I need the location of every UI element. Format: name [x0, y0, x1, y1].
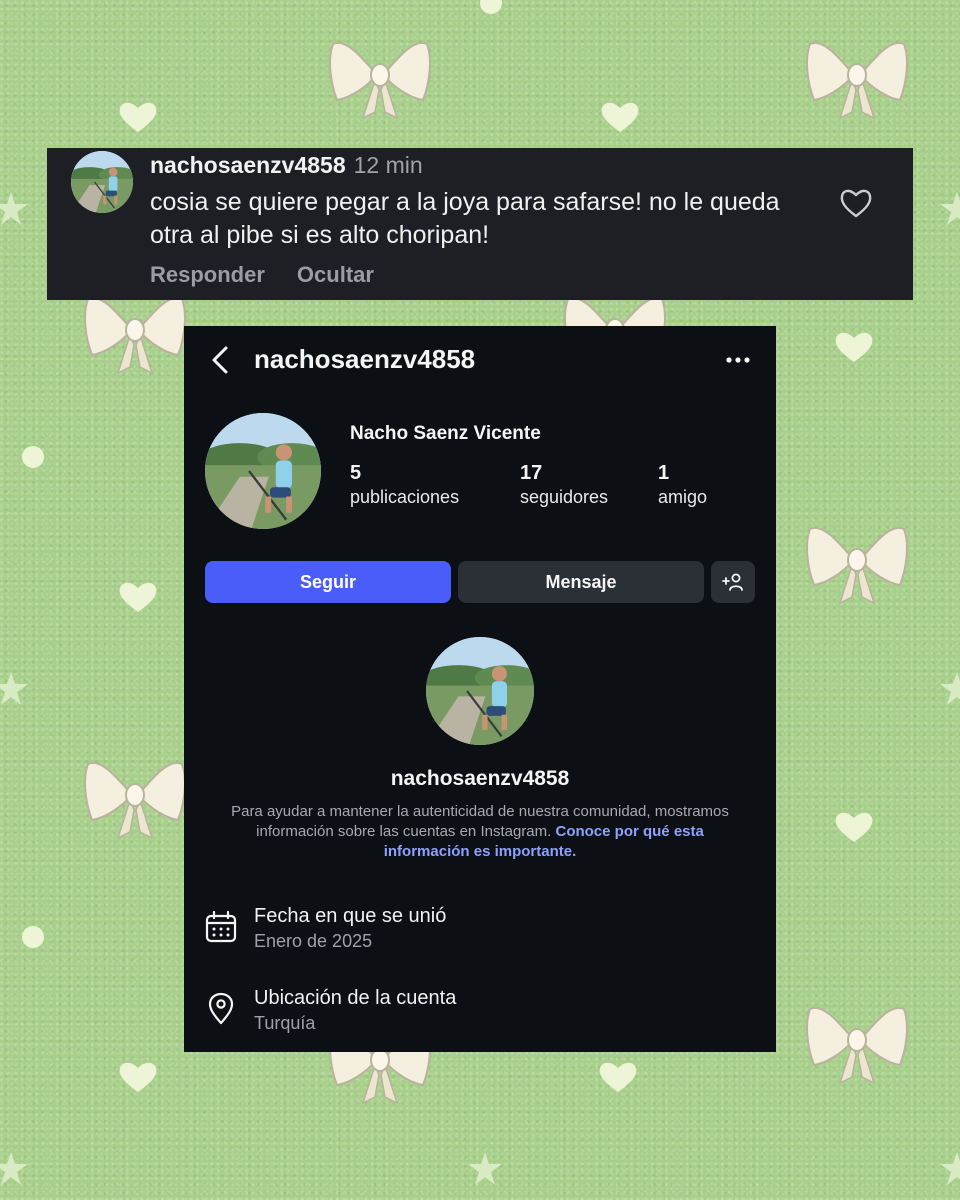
- stat-value: 5: [350, 462, 362, 484]
- star-decoration: [0, 190, 30, 228]
- dot-decoration: [480, 0, 502, 14]
- star-decoration: [466, 1150, 504, 1188]
- dot-decoration: [22, 446, 44, 468]
- joined-date-value: Enero de 2025: [254, 931, 373, 951]
- bow-decoration: [80, 750, 190, 840]
- comment-username[interactable]: nachosaenzv4858: [150, 152, 346, 178]
- follow-button[interactable]: Seguir: [205, 561, 451, 603]
- more-options-icon[interactable]: [724, 352, 752, 368]
- stat-label: seguidores: [520, 487, 609, 507]
- about-username: nachosaenzv4858: [390, 767, 570, 790]
- heart-decoration: [118, 580, 158, 614]
- profile-avatar[interactable]: [205, 413, 321, 529]
- comment-time: 12 min: [353, 152, 423, 178]
- about-info-text: Para ayudar a mantener la autenticidad d…: [214, 802, 746, 862]
- reply-button[interactable]: Responder: [150, 262, 265, 287]
- joined-date-title: Fecha en que se unió: [254, 905, 447, 927]
- comment-actions: Responder Ocultar: [150, 262, 406, 288]
- comment-avatar[interactable]: [71, 151, 133, 213]
- bow-decoration: [802, 995, 912, 1085]
- bow-decoration: [802, 515, 912, 605]
- heart-decoration: [600, 100, 640, 134]
- profile-panel: nachosaenzv4858 Nacho Saenz Vicente 5 pu…: [184, 326, 776, 1052]
- dot-decoration: [22, 926, 44, 948]
- comment-text: cosia se quiere pegar a la joya para saf…: [150, 188, 780, 249]
- heart-decoration: [118, 100, 158, 134]
- account-location-value: Turquía: [254, 1013, 316, 1033]
- comment-header: nachosaenzv4858 12 min: [150, 152, 423, 179]
- star-decoration: [938, 1150, 960, 1188]
- stat-label: publicaciones: [350, 487, 460, 507]
- stat-value: 17: [520, 462, 543, 484]
- stat-posts[interactable]: 5 publicaciones: [350, 462, 459, 508]
- star-decoration: [0, 1150, 30, 1188]
- add-person-button[interactable]: [711, 561, 755, 603]
- location-pin-icon: [208, 992, 234, 1025]
- stat-label: amigo: [658, 487, 708, 507]
- comment-card: nachosaenzv4858 12 min cosia se quiere pe…: [47, 148, 913, 300]
- add-person-icon: [722, 573, 743, 591]
- stat-friends[interactable]: 1 amigo: [658, 462, 707, 508]
- back-arrow-icon[interactable]: [208, 344, 232, 376]
- message-button[interactable]: Mensaje: [458, 561, 704, 603]
- star-decoration: [938, 670, 960, 708]
- about-avatar: [426, 637, 534, 745]
- heart-decoration: [598, 1060, 638, 1094]
- stat-followers[interactable]: 17 seguidores: [520, 462, 608, 508]
- page-title: nachosaenzv4858: [254, 344, 476, 374]
- stat-value: 1: [658, 462, 670, 484]
- bow-decoration: [802, 30, 912, 120]
- account-location-title: Ubicación de la cuenta: [254, 987, 457, 1009]
- heart-decoration: [834, 810, 874, 844]
- heart-decoration: [118, 1060, 158, 1094]
- star-decoration: [0, 670, 30, 708]
- heart-outline-icon[interactable]: [839, 186, 873, 220]
- hide-button[interactable]: Ocultar: [297, 262, 374, 287]
- full-name: Nacho Saenz Vicente: [350, 423, 541, 444]
- heart-decoration: [834, 330, 874, 364]
- star-decoration: [938, 190, 960, 228]
- bow-decoration: [325, 30, 435, 120]
- calendar-icon: [205, 910, 237, 943]
